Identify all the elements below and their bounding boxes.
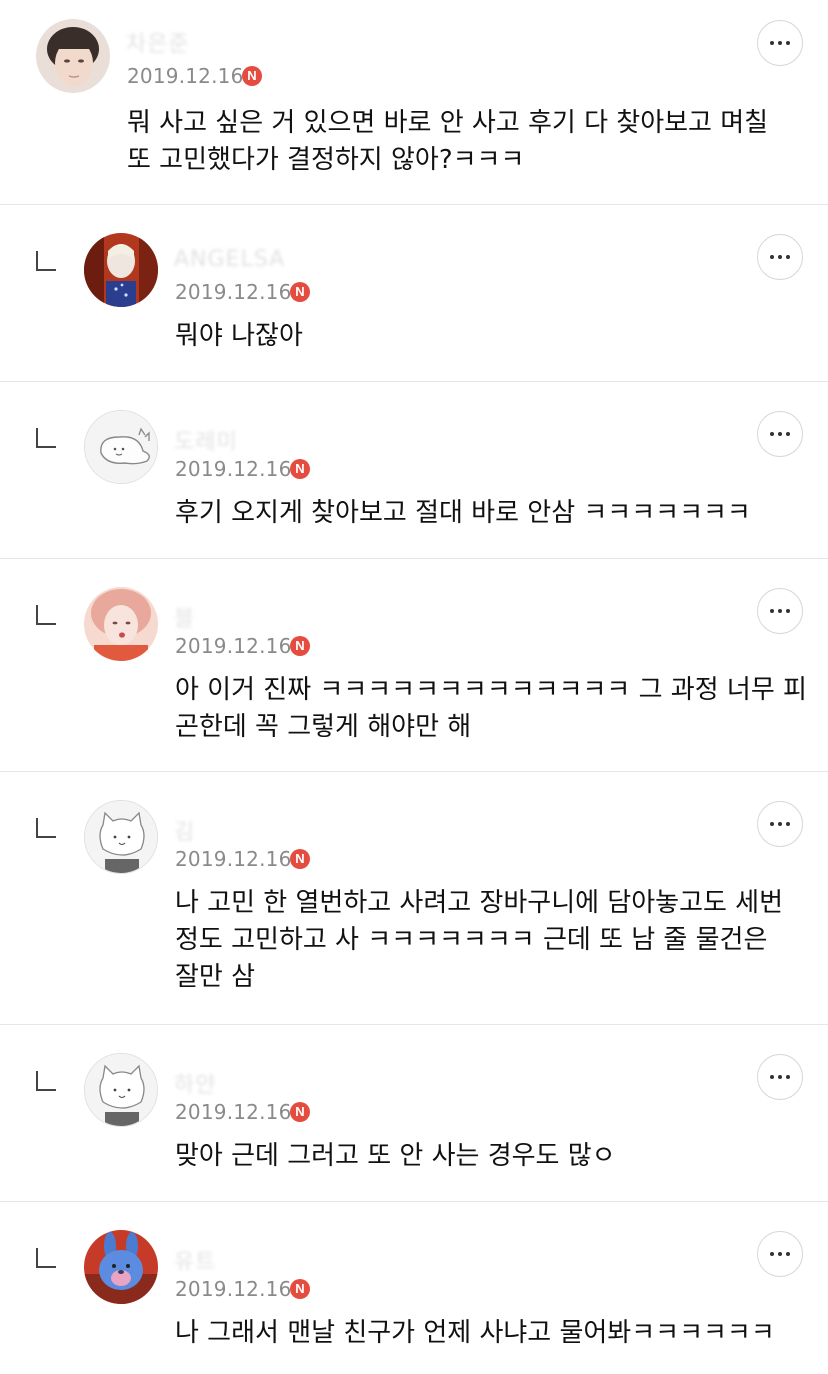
more-dots-icon [770,432,774,436]
more-dots-icon [770,255,774,259]
comment-date: 2019.12.16 [175,634,292,658]
more-options-button[interactable] [757,20,803,66]
reply-arrow-icon [36,1071,56,1091]
comment-item: 차은준 2019.12.16 N 뭐 사고 싶은 거 있으면 바로 안 사고 후… [0,0,828,204]
author-name[interactable]: 하얀 [174,1067,216,1099]
author-name[interactable]: 차은준 [126,26,190,58]
more-dots-icon [770,1075,774,1079]
new-badge: N [290,636,310,656]
new-badge: N [290,282,310,302]
author-name[interactable]: 블 [174,601,195,633]
reply-arrow-icon [36,251,56,271]
comment-date: 2019.12.16 [175,1100,292,1124]
new-badge: N [242,66,262,86]
reply-comment-item: 유트 2019.12.16 N 나 그래서 맨날 친구가 언제 사냐고 물어봐ㅋ… [0,1202,828,1374]
reply-arrow-icon [36,605,56,625]
reply-arrow-icon [36,428,56,448]
more-options-button[interactable] [757,1231,803,1277]
avatar[interactable] [84,1230,158,1304]
new-badge: N [290,1279,310,1299]
reply-comment-item: 블 2019.12.16 N 아 이거 진짜 ㅋㅋㅋㅋㅋㅋㅋㅋㅋㅋㅋㅋㅋ 그 과… [0,559,828,771]
comment-date: 2019.12.16 [127,64,244,88]
more-dots-icon [770,822,774,826]
comment-text: 뭐야 나잖아 [175,321,303,351]
avatar[interactable] [84,233,158,307]
reply-arrow-icon [36,1248,56,1268]
comment-date: 2019.12.16 [175,280,292,304]
more-options-button[interactable] [757,1054,803,1100]
comment-text: 뭐 사고 싶은 거 있으면 바로 안 사고 후기 다 찾아보고 며칠 또 고민했… [127,108,769,175]
reply-comment-item: 도레미 2019.12.16 N 후기 오지게 찾아보고 절대 바로 안삼 ㅋㅋ… [0,382,828,558]
more-options-button[interactable] [757,801,803,847]
avatar[interactable] [84,1053,158,1127]
new-badge: N [290,1102,310,1122]
comment-text: 아 이거 진짜 ㅋㅋㅋㅋㅋㅋㅋㅋㅋㅋㅋㅋㅋ 그 과정 너무 피 곤한데 꼭 그렇… [175,675,807,742]
comment-date: 2019.12.16 [175,847,292,871]
more-dots-icon [770,609,774,613]
author-name[interactable]: ANGELSA [174,247,285,272]
avatar[interactable] [84,587,158,661]
more-dots-icon [770,41,774,45]
avatar[interactable] [36,19,110,93]
comment-text: 맞아 근데 그러고 또 안 사는 경우도 많ㅇ [175,1141,616,1171]
reply-comment-item: ANGELSA 2019.12.16 N 뭐야 나잖아 [0,205,828,381]
comment-date: 2019.12.16 [175,1277,292,1301]
reply-comment-item: 하얀 2019.12.16 N 맞아 근데 그러고 또 안 사는 경우도 많ㅇ [0,1025,828,1201]
new-badge: N [290,849,310,869]
author-name[interactable]: 유트 [174,1244,216,1276]
more-options-button[interactable] [757,411,803,457]
author-name[interactable]: 김 [174,814,195,846]
comment-text: 후기 오지게 찾아보고 절대 바로 안삼 ㅋㅋㅋㅋㅋㅋㅋ [175,498,751,528]
more-dots-icon [770,1252,774,1256]
avatar[interactable] [84,800,158,874]
comment-text: 나 고민 한 열번하고 사려고 장바구니에 담아놓고도 세번 정도 고민하고 사… [175,888,784,992]
avatar[interactable] [84,410,158,484]
new-badge: N [290,459,310,479]
comment-date: 2019.12.16 [175,457,292,481]
more-options-button[interactable] [757,588,803,634]
more-options-button[interactable] [757,234,803,280]
comment-text: 나 그래서 맨날 친구가 언제 사냐고 물어봐ㅋㅋㅋㅋㅋㅋ [175,1318,775,1348]
reply-arrow-icon [36,818,56,838]
author-name[interactable]: 도레미 [174,424,238,456]
reply-comment-item: 김 2019.12.16 N 나 고민 한 열번하고 사려고 장바구니에 담아놓… [0,772,828,1024]
